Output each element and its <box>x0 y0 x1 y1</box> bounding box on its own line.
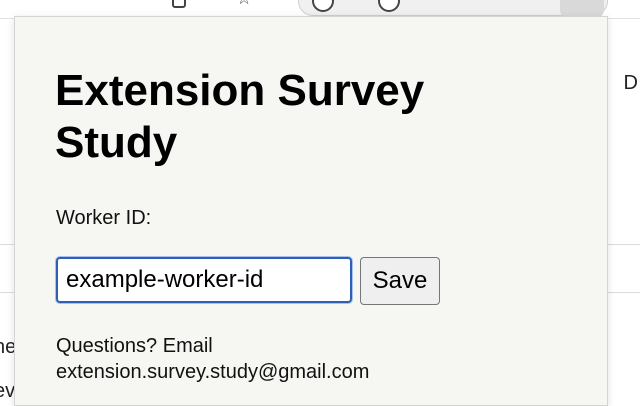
contact-prompt: Questions? Email <box>56 335 213 357</box>
contact-email: extension.survey.study@gmail.com <box>56 361 370 383</box>
save-button[interactable]: Save <box>360 257 440 305</box>
background-text: D <box>623 72 638 94</box>
extension-popup: Extension Survey Study Worker ID: Save Q… <box>14 16 608 406</box>
star-icon[interactable]: ☆ <box>236 0 252 9</box>
extension-icon[interactable] <box>172 0 186 8</box>
contact-info: Questions? Email extension.survey.study@… <box>56 333 576 385</box>
worker-id-input[interactable] <box>56 257 352 303</box>
worker-id-label: Worker ID: <box>56 207 152 229</box>
popup-title: Extension Survey Study <box>55 66 425 167</box>
